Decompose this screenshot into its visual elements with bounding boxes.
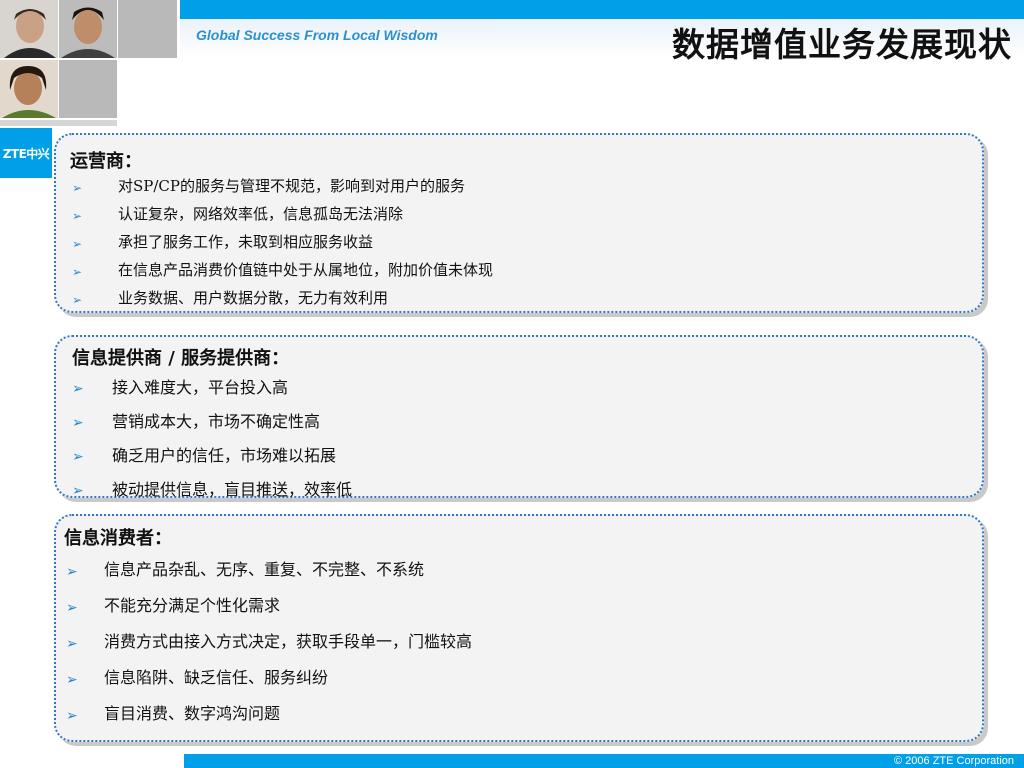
bullet-arrow-icon: ➢	[72, 237, 83, 251]
list-item-text: 被动提供信息，盲目推送，效率低	[112, 480, 353, 499]
header-gray-strip	[0, 120, 117, 126]
list-item: ➢ 消费方式由接入方式决定，获取手段单一，门槛较高	[66, 630, 472, 666]
panel-title: 信息消费者：	[64, 528, 172, 549]
panel-title: 运营商：	[70, 151, 142, 172]
slogan: Global Success From Local Wisdom	[196, 27, 438, 43]
list-item-text: 信息陷阱、缺乏信任、服务纠纷	[104, 668, 329, 687]
person-photo-3	[0, 60, 58, 118]
bullet-arrow-icon: ➢	[72, 265, 83, 279]
list-item: ➢ 认证复杂，网络效率低，信息孤岛无法消除	[72, 203, 493, 231]
bullet-list: ➢ 信息产品杂乱、无序、重复、不完整、不系统 ➢ 不能充分满足个性化需求 ➢ 消费方式…	[66, 558, 472, 738]
bullet-list: ➢ 对SP/CP的服务与管理不规范，影响到对用户的服务 ➢ 认证复杂，网络效率低，信…	[72, 175, 493, 315]
list-item: ➢ 营销成本大，市场不确定性高	[72, 411, 352, 445]
list-item-text: 业务数据、用户数据分散，无力有效利用	[118, 289, 389, 307]
person-photo-1	[0, 0, 58, 58]
list-item-text: 营销成本大，市场不确定性高	[112, 412, 321, 431]
list-item: ➢ 对SP/CP的服务与管理不规范，影响到对用户的服务	[72, 175, 493, 203]
bullet-arrow-icon: ➢	[72, 293, 83, 307]
bullet-arrow-icon: ➢	[66, 564, 78, 580]
bullet-arrow-icon: ➢	[66, 636, 78, 652]
panel-providers: 信息提供商 / 服务提供商： ➢ 接入难度大，平台投入高 ➢ 营销成本大，市场不确定…	[54, 335, 984, 499]
list-item-text: 接入难度大，平台投入高	[112, 378, 289, 397]
list-item: ➢ 盲目消费、数字鸿沟问题	[66, 702, 472, 738]
bullet-arrow-icon: ➢	[66, 708, 78, 724]
bullet-arrow-icon: ➢	[66, 600, 78, 616]
list-item: ➢ 业务数据、用户数据分散，无力有效利用	[72, 287, 493, 315]
list-item: ➢ 在信息产品消费价值链中处于从属地位，附加价值未体现	[72, 259, 493, 287]
copyright: © 2006 ZTE Corporation	[894, 755, 1014, 767]
list-item-text: 认证复杂，网络效率低，信息孤岛无法消除	[118, 205, 404, 223]
bullet-arrow-icon: ➢	[72, 209, 83, 223]
person-photo-2	[59, 0, 117, 58]
bullet-arrow-icon: ➢	[72, 449, 84, 465]
page-title: 数据增值业务发展现状	[672, 25, 1012, 64]
list-item: ➢ 接入难度大，平台投入高	[72, 377, 352, 411]
list-item: ➢ 承担了服务工作，未取到相应服务收益	[72, 231, 493, 259]
list-item: ➢ 不能充分满足个性化需求	[66, 594, 472, 630]
list-item-text: 消费方式由接入方式决定，获取手段单一，门槛较高	[104, 632, 473, 651]
list-item-text: 信息产品杂乱、无序、重复、不完整、不系统	[104, 560, 425, 579]
panel-title: 信息提供商 / 服务提供商：	[72, 348, 290, 369]
list-item-text: 承担了服务工作，未取到相应服务收益	[118, 233, 374, 251]
bullet-arrow-icon: ➢	[72, 483, 84, 499]
bullet-arrow-icon: ➢	[72, 415, 84, 431]
zte-logo: ZTE中兴	[0, 128, 52, 178]
header-gray-block	[59, 60, 117, 118]
list-item-text: 不能充分满足个性化需求	[104, 596, 281, 615]
bullet-list: ➢ 接入难度大，平台投入高 ➢ 营销成本大，市场不确定性高 ➢ 确乏用户的信任，市场难…	[72, 377, 352, 513]
list-item: ➢ 被动提供信息，盲目推送，效率低	[72, 479, 352, 513]
list-item: ➢ 信息陷阱、缺乏信任、服务纠纷	[66, 666, 472, 702]
list-item: ➢ 信息产品杂乱、无序、重复、不完整、不系统	[66, 558, 472, 594]
panel-operators: 运营商： ➢ 对SP/CP的服务与管理不规范，影响到对用户的服务 ➢ 认证复杂，网络…	[54, 133, 984, 313]
list-item-text: 在信息产品消费价值链中处于从属地位，附加价值未体现	[118, 261, 494, 279]
list-item-text: 盲目消费、数字鸿沟问题	[104, 704, 281, 723]
panel-consumers: 信息消费者： ➢ 信息产品杂乱、无序、重复、不完整、不系统 ➢ 不能充分满足个性化需…	[54, 514, 984, 742]
list-item-text: 对SP/CP的服务与管理不规范，影响到对用户的服务	[118, 177, 465, 195]
bullet-arrow-icon: ➢	[66, 672, 78, 688]
header-gray-block	[118, 0, 177, 58]
bullet-arrow-icon: ➢	[72, 181, 83, 195]
list-item: ➢ 确乏用户的信任，市场难以拓展	[72, 445, 352, 479]
bullet-arrow-icon: ➢	[72, 381, 84, 397]
list-item-text: 确乏用户的信任，市场难以拓展	[112, 446, 337, 465]
header-blue-bar	[180, 0, 1024, 19]
